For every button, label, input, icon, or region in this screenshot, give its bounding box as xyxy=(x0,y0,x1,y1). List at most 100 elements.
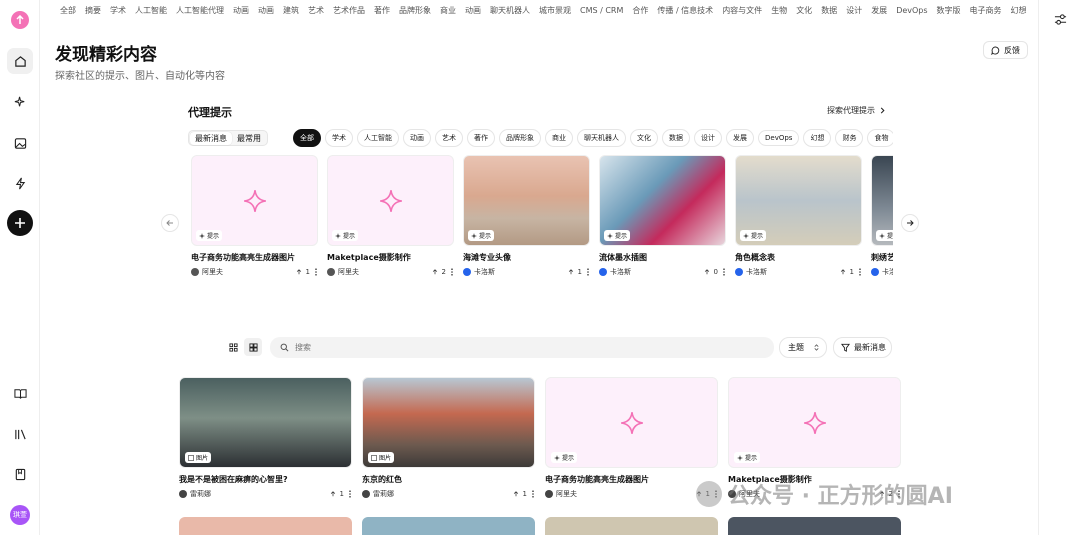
gallery-votes[interactable]: 1 xyxy=(513,490,535,498)
carousel-next-button[interactable] xyxy=(901,214,919,232)
search-input[interactable] xyxy=(295,343,695,352)
filter-chip[interactable]: 全部 xyxy=(293,129,321,147)
top-category-item[interactable]: 品牌形象 xyxy=(399,5,431,16)
agent-card[interactable]: 提示电子商务功能高亮生成器图片阿里夫 1 xyxy=(191,155,318,277)
top-category-item[interactable]: DevOps xyxy=(896,6,927,15)
top-category-item[interactable]: 内容与文件 xyxy=(722,5,762,16)
card-thumbnail[interactable]: 提示 xyxy=(463,155,590,246)
card-title[interactable]: 刺绣艺 xyxy=(871,252,893,263)
more-vertical-icon[interactable] xyxy=(531,490,535,498)
create-button[interactable] xyxy=(7,210,33,236)
gallery-card[interactable]: 提示电子商务功能高亮生成器图片阿里夫1 xyxy=(545,377,718,499)
filter-chip[interactable]: 文化 xyxy=(630,129,658,147)
top-category-item[interactable]: 合作 xyxy=(632,5,648,16)
top-category-item[interactable]: 电子商务 xyxy=(970,5,1002,16)
card-votes[interactable]: 2 xyxy=(432,268,454,276)
gallery-votes[interactable]: 1 xyxy=(330,490,352,498)
card-thumbnail[interactable]: 提示 xyxy=(327,155,454,246)
top-category-item[interactable]: 人工智能代理 xyxy=(176,5,224,16)
filter-chip[interactable]: 幻想 xyxy=(803,129,832,147)
more-vertical-icon[interactable] xyxy=(858,268,862,276)
top-category-item[interactable]: 文化 xyxy=(796,5,812,16)
more-vertical-icon[interactable] xyxy=(314,268,318,276)
bookmark-book-icon[interactable] xyxy=(7,461,33,487)
card-votes[interactable]: 0 xyxy=(704,268,726,276)
filter-chip[interactable]: 品牌形象 xyxy=(499,129,541,147)
gallery-card-next-row[interactable] xyxy=(179,517,352,535)
card-thumbnail[interactable]: 提示 xyxy=(871,155,893,246)
filter-chip[interactable]: 设计 xyxy=(694,129,722,147)
card-thumbnail[interactable]: 提示 xyxy=(599,155,726,246)
filter-chip[interactable]: 著作 xyxy=(467,129,495,147)
gallery-title[interactable]: 我是不是被困在麻痹的心智里? xyxy=(179,474,352,485)
top-category-item[interactable]: 数据 xyxy=(821,5,837,16)
card-title[interactable]: 电子商务功能高亮生成器图片 xyxy=(191,252,318,263)
theme-select[interactable]: 主题 xyxy=(779,337,827,358)
card-title[interactable]: Maketplace摄影制作 xyxy=(327,252,454,263)
card-thumbnail[interactable]: 提示 xyxy=(191,155,318,246)
filter-chip[interactable]: 人工智能 xyxy=(357,129,399,147)
gallery-author[interactable]: 雷莉娜 xyxy=(373,489,394,499)
gallery-title[interactable]: 电子商务功能高亮生成器图片 xyxy=(545,474,718,485)
filter-chip[interactable]: 发展 xyxy=(726,129,754,147)
top-category-item[interactable]: 城市景观 xyxy=(539,5,571,16)
top-category-item[interactable]: 艺术作品 xyxy=(333,5,365,16)
card-author[interactable]: 卡洛斯 xyxy=(474,267,495,277)
top-category-item[interactable]: 动画 xyxy=(465,5,481,16)
top-category-item[interactable]: 聊天机器人 xyxy=(490,5,530,16)
gallery-card-next-row[interactable] xyxy=(362,517,535,535)
top-category-item[interactable]: 发展 xyxy=(871,5,887,16)
card-votes[interactable]: 1 xyxy=(568,268,590,276)
top-category-item[interactable]: 商业 xyxy=(440,5,456,16)
top-category-item[interactable]: 著作 xyxy=(374,5,390,16)
card-title[interactable]: 角色概念表 xyxy=(735,252,862,263)
agent-card[interactable]: 提示 流体墨水插图 卡洛斯 0 xyxy=(599,155,726,277)
feedback-button[interactable]: 反馈 xyxy=(983,41,1028,59)
more-vertical-icon[interactable] xyxy=(586,268,590,276)
sort-latest-button[interactable]: 最新消息 xyxy=(833,337,892,358)
top-category-item[interactable]: 传播 / 信息技术 xyxy=(657,5,713,16)
card-thumbnail[interactable]: 提示 xyxy=(735,155,862,246)
gallery-thumbnail[interactable]: 图片 xyxy=(362,377,535,468)
card-votes[interactable]: 1 xyxy=(840,268,862,276)
card-author[interactable]: 卡洛斯 xyxy=(746,267,767,277)
gallery-card[interactable]: 图片 我是不是被困在麻痹的心智里? 雷莉娜 1 xyxy=(179,377,352,499)
lightning-icon[interactable] xyxy=(7,170,33,196)
gallery-author[interactable]: 阿里夫 xyxy=(556,489,577,499)
card-votes[interactable]: 1 xyxy=(296,268,318,276)
tab-latest[interactable]: 最新消息 xyxy=(190,131,232,145)
filter-chip[interactable]: 艺术 xyxy=(435,129,463,147)
gallery-card-next-row[interactable] xyxy=(545,517,718,535)
filter-chip[interactable]: 数据 xyxy=(662,129,690,147)
grid-large-icon[interactable] xyxy=(244,338,262,356)
grid-small-icon[interactable] xyxy=(224,338,242,356)
tab-most-used[interactable]: 最常用 xyxy=(232,132,266,145)
top-category-item[interactable]: 动画 xyxy=(233,5,249,16)
top-category-item[interactable]: 艺术 xyxy=(308,5,324,16)
avatar[interactable]: 琪萱 xyxy=(10,505,30,525)
filter-chip[interactable]: 食物 xyxy=(867,129,893,147)
filter-chip[interactable]: DevOps xyxy=(758,130,800,146)
agent-card[interactable]: 提示 海滩专业头像 卡洛斯 1 xyxy=(463,155,590,277)
image-icon[interactable] xyxy=(7,130,33,156)
top-category-item[interactable]: 全部 xyxy=(60,5,76,16)
app-logo-icon[interactable] xyxy=(11,11,29,29)
book-icon[interactable] xyxy=(7,380,33,406)
card-author[interactable]: 阿里夫 xyxy=(202,267,223,277)
home-icon[interactable] xyxy=(7,48,33,74)
explore-agent-link[interactable]: 探索代理提示 xyxy=(827,105,886,116)
gallery-card[interactable]: 图片 东京的红色 雷莉娜 1 xyxy=(362,377,535,499)
filter-chip[interactable]: 学术 xyxy=(325,129,353,147)
library-icon[interactable] xyxy=(7,421,33,447)
sliders-icon[interactable] xyxy=(1051,10,1069,28)
top-category-item[interactable]: 学术 xyxy=(110,5,126,16)
carousel-prev-button[interactable] xyxy=(161,214,179,232)
gallery-thumbnail[interactable]: 提示 xyxy=(728,377,901,468)
card-author[interactable]: 阿里夫 xyxy=(338,267,359,277)
top-category-item[interactable]: 动画 xyxy=(258,5,274,16)
top-category-item[interactable]: CMS / CRM xyxy=(580,6,623,15)
agent-card[interactable]: 提示刺绣艺卡洛 xyxy=(871,155,893,277)
gallery-card-next-row[interactable] xyxy=(728,517,901,535)
top-category-item[interactable]: 摘要 xyxy=(85,5,101,16)
gallery-thumbnail[interactable]: 图片 xyxy=(179,377,352,468)
